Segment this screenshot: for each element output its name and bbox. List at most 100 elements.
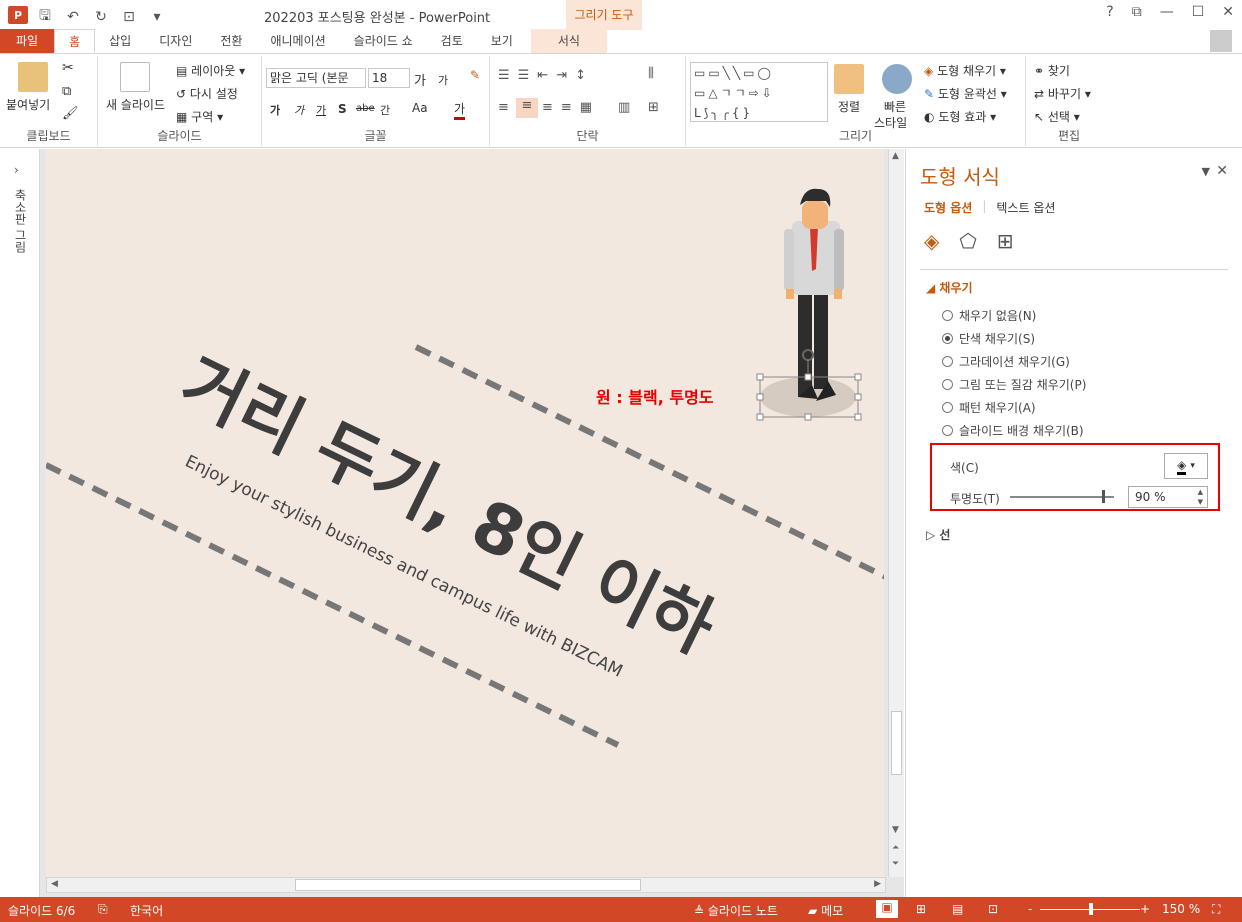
shape-effects-button[interactable]: ◐ 도형 효과 ▾ — [924, 108, 996, 125]
arrange-button[interactable]: 정렬 — [838, 98, 860, 115]
ribbon-display-icon[interactable]: ⧉ — [1132, 4, 1142, 20]
customize-qat-icon[interactable]: ▾ — [148, 9, 166, 25]
redo-icon[interactable]: ↻ — [92, 9, 110, 25]
paste-icon[interactable] — [18, 62, 48, 92]
scroll-right-icon[interactable]: ▶ — [874, 879, 881, 889]
font-color-button[interactable]: 가 — [454, 100, 466, 120]
next-slide-icon[interactable]: ⏷ — [892, 859, 899, 869]
select-button[interactable]: ↖ 선택 ▾ — [1034, 108, 1080, 125]
maximize-icon[interactable]: ☐ — [1192, 4, 1205, 20]
notes-button[interactable]: ≜ 슬라이드 노트 — [694, 902, 778, 919]
transparency-input[interactable]: 90 % ▲ ▼ — [1128, 486, 1208, 508]
reset-button[interactable]: ↺ 다시 설정 — [176, 85, 238, 102]
size-properties-icon[interactable]: ⊞ — [997, 229, 1014, 253]
option-picture-fill[interactable]: 그림 또는 질감 채우기(P) — [942, 376, 1086, 393]
radio-slide-bg-fill[interactable] — [942, 425, 953, 436]
option-pattern-fill[interactable]: 패턴 채우기(A) — [942, 399, 1036, 416]
option-no-fill[interactable]: 채우기 없음(N) — [942, 307, 1036, 324]
prev-slide-icon[interactable]: ⏶ — [892, 843, 899, 853]
tab-file[interactable]: 파일 — [0, 29, 55, 53]
resize-handle[interactable] — [804, 413, 812, 421]
radio-picture-fill[interactable] — [942, 379, 953, 390]
shape-outline-button[interactable]: ✎ 도형 윤곽선 ▾ — [924, 85, 1007, 102]
tab-review[interactable]: 검토 — [427, 29, 477, 53]
close-icon[interactable]: ✕ — [1222, 4, 1234, 20]
char-spacing-button[interactable]: 간 — [380, 102, 390, 118]
clear-format-icon[interactable]: ✎ — [470, 68, 480, 82]
find-button[interactable]: ⚭ 찾기 — [1034, 62, 1070, 79]
tab-slideshow[interactable]: 슬라이드 쇼 — [340, 29, 427, 53]
option-slide-bg-fill[interactable]: 슬라이드 배경 채우기(B) — [942, 422, 1084, 439]
normal-view-icon[interactable]: ▣ — [876, 900, 898, 918]
copy-icon[interactable]: ⧉ — [62, 84, 71, 99]
align-center-icon[interactable]: ≡ — [516, 98, 538, 118]
cut-icon[interactable]: ✂ — [62, 60, 74, 76]
transparency-slider-track[interactable] — [1010, 496, 1114, 498]
resize-handle[interactable] — [756, 373, 764, 381]
align-left-icon[interactable]: ≡ — [498, 100, 515, 115]
zoom-in-button[interactable]: + — [1140, 902, 1150, 916]
thumbnail-pane-label[interactable]: 축소판 그림 — [12, 189, 29, 253]
quick-styles-icon[interactable] — [882, 64, 912, 94]
tab-design[interactable]: 디자인 — [145, 29, 206, 53]
font-size-combo[interactable]: 18 — [368, 68, 410, 88]
save-icon[interactable]: 🖫 — [36, 5, 54, 29]
radio-solid-fill[interactable] — [942, 333, 953, 344]
new-slide-button[interactable]: 새 슬라이드 — [106, 96, 165, 113]
replace-button[interactable]: ⇄ 바꾸기 ▾ — [1034, 85, 1091, 102]
minimize-icon[interactable]: — — [1160, 4, 1174, 20]
arrange-icon[interactable] — [834, 64, 864, 94]
pane-options-icon[interactable]: ▼ — [1202, 165, 1210, 178]
tab-home[interactable]: 홈 — [54, 29, 96, 53]
new-slide-icon[interactable] — [120, 62, 150, 92]
zoom-slider-handle[interactable] — [1089, 903, 1093, 915]
shape-fill-button[interactable]: ◈ 도형 채우기 ▾ — [924, 62, 1006, 79]
shadow-button[interactable]: S — [338, 102, 347, 116]
fill-line-icon[interactable]: ◈ — [924, 229, 939, 253]
format-painter-icon[interactable]: 🖌 — [62, 106, 79, 121]
radio-no-fill[interactable] — [942, 310, 953, 321]
slideshow-view-icon[interactable]: ⊡ — [988, 902, 998, 916]
comments-button[interactable]: ▰ 메모 — [808, 902, 843, 919]
undo-icon[interactable]: ↶ — [64, 9, 82, 25]
option-solid-fill[interactable]: 단색 채우기(S) — [942, 330, 1035, 347]
quick-styles-label-1[interactable]: 빠른 — [884, 98, 906, 115]
transparency-slider-handle[interactable] — [1101, 490, 1105, 503]
shrink-font-button[interactable]: 가 — [438, 72, 448, 88]
tab-view[interactable]: 보기 — [477, 29, 527, 53]
underline-button[interactable]: 가 — [316, 102, 326, 118]
tab-animations[interactable]: 애니메이션 — [256, 29, 339, 53]
slide-canvas[interactable]: 거리 두기, 8인 이하 Enjoy your stylish business… — [46, 149, 884, 877]
font-name-combo[interactable]: 맑은 고딕 (본문 — [266, 68, 366, 88]
fill-color-picker[interactable]: ◈ ▾ — [1164, 453, 1208, 479]
tab-format[interactable]: 서식 — [530, 29, 607, 53]
paste-button[interactable]: 붙여넣기 — [6, 96, 50, 113]
vertical-scroll-thumb[interactable] — [891, 711, 902, 775]
resize-handle[interactable] — [756, 413, 764, 421]
tab-transitions[interactable]: 전환 — [206, 29, 256, 53]
scroll-left-icon[interactable]: ◀ — [51, 879, 58, 889]
effects-pentagon-icon[interactable]: ⬠ — [959, 229, 976, 253]
radio-pattern-fill[interactable] — [942, 402, 953, 413]
text-direction-icon[interactable]: ⫼ — [648, 66, 654, 81]
grow-font-button[interactable]: 가 — [414, 70, 426, 89]
zoom-level[interactable]: 150 % — [1162, 902, 1200, 916]
change-case-button[interactable]: Aa — [412, 101, 428, 115]
help-button[interactable]: ? — [1106, 4, 1113, 20]
resize-handle[interactable] — [756, 393, 764, 401]
italic-button[interactable]: 가 — [294, 102, 304, 118]
list-buttons[interactable]: ☰☰⇤⇥↕ — [498, 68, 594, 83]
resize-handle[interactable] — [854, 413, 862, 421]
horizontal-scroll-thumb[interactable] — [295, 879, 641, 891]
radio-gradient-fill[interactable] — [942, 356, 953, 367]
resize-handle[interactable] — [804, 373, 812, 381]
vertical-scrollbar[interactable]: ▲ ▼ ⏶ ⏷ — [888, 149, 904, 877]
section-fill-header[interactable]: ◢ 채우기 — [926, 279, 973, 296]
slide-sorter-icon[interactable]: ⊞ — [916, 902, 926, 916]
language-indicator[interactable]: 한국어 — [130, 902, 163, 919]
spellcheck-icon[interactable]: ⎘ — [98, 902, 108, 917]
shapes-gallery[interactable]: ▭▭╲╲▭◯ ▭△ㄱㄱ⇨⇩ ᒪ⟆╮╭{} — [690, 62, 828, 122]
horizontal-scrollbar[interactable]: ◀ ▶ — [46, 877, 886, 893]
resize-handle[interactable] — [854, 393, 862, 401]
tab-text-options[interactable]: 텍스트 옵션 — [996, 199, 1055, 216]
